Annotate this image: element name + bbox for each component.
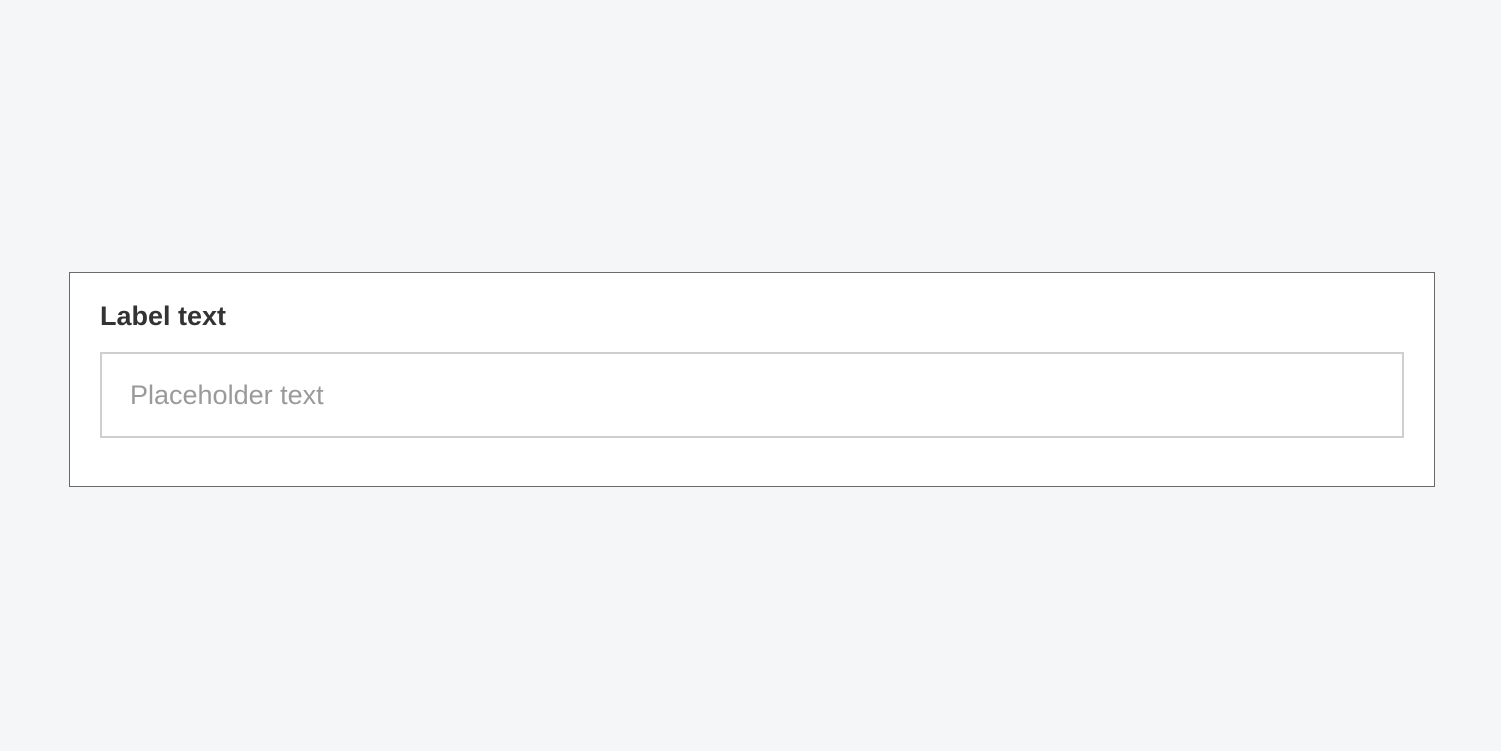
form-card: Label text — [69, 272, 1435, 487]
text-input[interactable] — [100, 352, 1404, 438]
input-label: Label text — [100, 301, 1404, 332]
